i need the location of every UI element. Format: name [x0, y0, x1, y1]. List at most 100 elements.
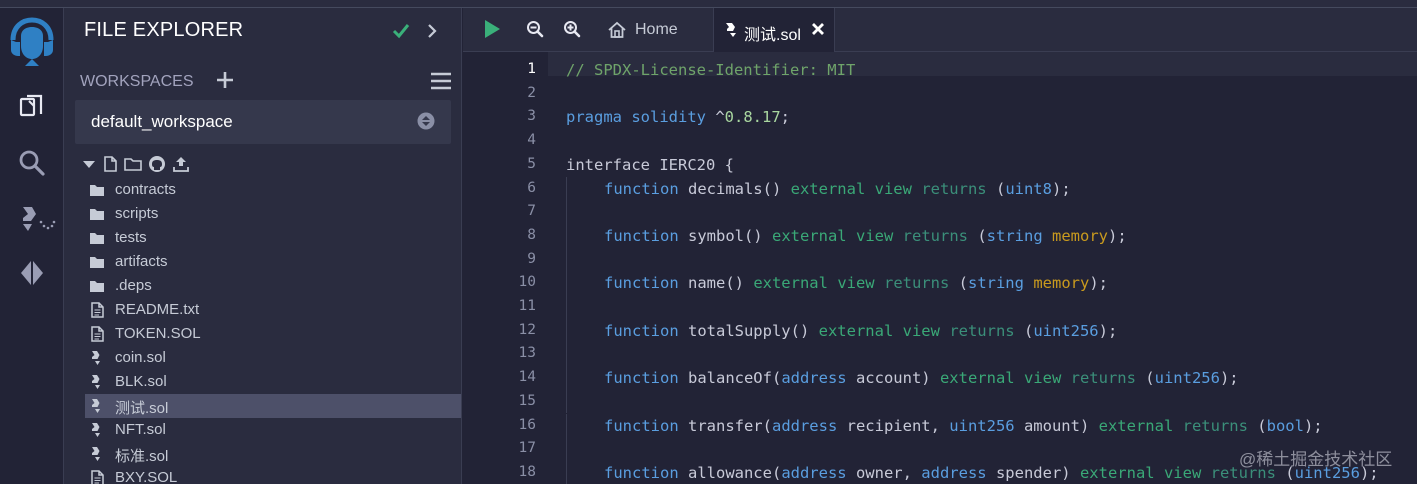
code-token: memory [1033, 274, 1090, 293]
file-item[interactable]: coin.sol [85, 346, 461, 370]
code-token: uint256 [949, 416, 1015, 435]
tab-active-file[interactable]: 测试.sol [713, 8, 835, 52]
hamburger-menu-icon[interactable] [430, 71, 452, 91]
file-item[interactable]: NFT.sol [85, 418, 461, 442]
code-token: view [874, 179, 912, 198]
code-token: pragma [566, 108, 622, 127]
code-token: returns [1070, 369, 1136, 388]
indent-guide [566, 176, 567, 224]
code-token: // SPDX-License-Identifier: MIT [566, 61, 856, 79]
code-line: interface IERC20 { [566, 153, 734, 177]
solidity-file-icon [92, 375, 100, 389]
deploy-run-icon[interactable] [17, 258, 47, 288]
file-explorer-panel: FILE EXPLORER WORKSPACES default_workspa… [64, 8, 462, 484]
indent-guide [566, 318, 567, 367]
folder-icon [90, 281, 104, 292]
file-item[interactable]: README.txt [85, 298, 461, 322]
code-token: uint256 [1033, 321, 1099, 340]
file-item-label: README.txt [115, 301, 200, 318]
code-token: amount) [1014, 416, 1099, 435]
upload-icon[interactable] [172, 155, 190, 173]
folder-item[interactable]: tests [85, 226, 461, 250]
code-token: view [855, 226, 894, 245]
code-token: decimals() [678, 179, 791, 198]
code-token: account) [846, 369, 940, 388]
file-item[interactable]: TOKEN.SOL [85, 322, 461, 346]
solidity-compiler-icon[interactable] [17, 204, 57, 234]
code-token: returns [1182, 416, 1248, 435]
check-icon[interactable] [391, 21, 411, 41]
icon-panel [0, 8, 64, 484]
indent-guide [566, 223, 567, 272]
file-item[interactable]: BXY.SOL [85, 466, 461, 484]
line-number: 9 [527, 250, 536, 267]
code-line: function symbol() external view returns … [604, 224, 1127, 248]
code-token: ( [1247, 416, 1267, 435]
code-editor[interactable]: // SPDX-License-Identifier: MIT pragma so… [566, 52, 1417, 484]
tab-home-label: Home [635, 21, 678, 38]
code-token: memory [1052, 226, 1108, 245]
file-item-label: 标准.sol [115, 448, 169, 465]
tab-bar: Home 测试.sol [463, 8, 1417, 52]
file-item-label: artifacts [115, 253, 168, 270]
solidity-file-icon [92, 423, 100, 437]
code-token: ); [1098, 321, 1118, 340]
run-play-icon[interactable] [482, 18, 502, 40]
folder-item[interactable]: .deps [85, 274, 461, 298]
code-token: string [967, 274, 1024, 293]
chevron-right-icon[interactable] [426, 22, 438, 40]
code-token: external [1098, 416, 1174, 435]
tab-home[interactable]: Home [595, 8, 713, 52]
remix-logo-icon[interactable] [7, 16, 57, 68]
caret-down-icon[interactable] [80, 155, 98, 173]
line-number: 17 [518, 440, 536, 457]
panel-title: FILE EXPLORER [84, 19, 244, 41]
file-item[interactable]: BLK.sol [85, 370, 461, 394]
code-token: function [604, 274, 679, 293]
file-item[interactable]: 测试.sol [85, 394, 461, 418]
folder-icon [90, 257, 104, 268]
github-icon[interactable] [148, 155, 166, 173]
solidity-file-icon [92, 399, 100, 413]
code-token: solidity [631, 108, 706, 127]
file-item[interactable]: 标准.sol [85, 442, 461, 466]
code-token: returns [902, 226, 968, 245]
zoom-in-icon[interactable] [563, 20, 581, 38]
code-token: function [604, 416, 679, 435]
workspace-select[interactable]: default_workspace [75, 100, 451, 144]
code-token: recipient, [837, 416, 950, 435]
folder-icon [90, 233, 104, 244]
folder-item[interactable]: artifacts [85, 250, 461, 274]
file-item-label: coin.sol [115, 349, 166, 366]
code-token: address [921, 463, 987, 482]
close-tab-icon[interactable] [810, 21, 826, 37]
zoom-out-icon[interactable] [526, 20, 544, 38]
search-icon[interactable] [17, 148, 47, 178]
line-number: 8 [527, 226, 536, 243]
new-folder-icon[interactable] [124, 155, 142, 173]
line-number: 18 [518, 463, 536, 480]
folder-item[interactable]: scripts [85, 202, 461, 226]
code-token: string [986, 226, 1043, 245]
add-workspace-icon[interactable] [215, 70, 235, 90]
indent-guide [566, 366, 567, 414]
line-number: 15 [518, 392, 536, 409]
file-icon [91, 470, 104, 484]
code-token: view [1163, 463, 1202, 482]
code-token: uint256 [1154, 369, 1220, 388]
line-number: 6 [527, 179, 536, 196]
code-token: view [902, 321, 940, 340]
file-explorer-icon[interactable] [17, 92, 47, 122]
indent-guide [566, 271, 567, 319]
new-file-icon[interactable] [101, 155, 119, 173]
file-item-label: BXY.SOL [115, 469, 178, 484]
folder-item[interactable]: contracts [85, 178, 461, 202]
code-line: function totalSupply() external view ret… [604, 319, 1117, 343]
